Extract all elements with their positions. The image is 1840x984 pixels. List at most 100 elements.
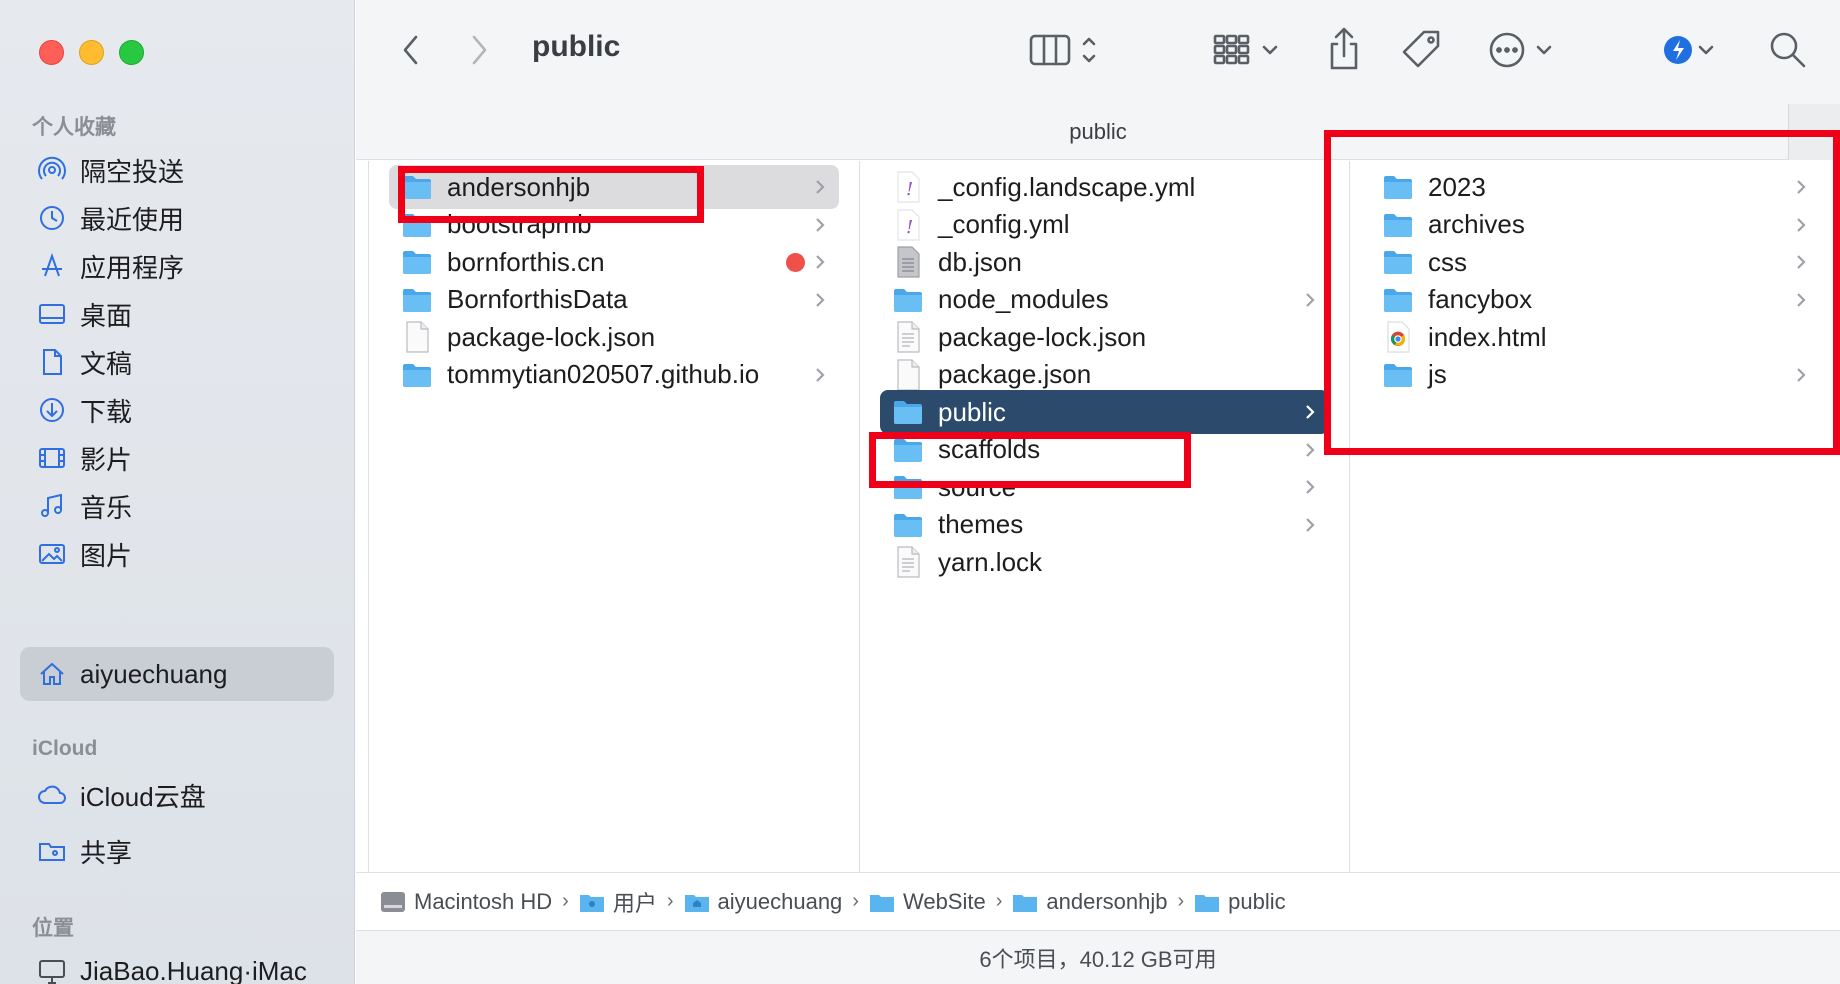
file-name: scaffolds <box>938 434 1041 464</box>
applications-icon <box>36 250 68 282</box>
html-file-icon <box>1382 321 1414 353</box>
svg-text:!: ! <box>906 217 913 238</box>
toolbar: public <box>356 0 1840 104</box>
forward-button[interactable] <box>464 30 494 70</box>
chevron-right-icon <box>1794 250 1808 274</box>
pathbar-separator: › <box>995 890 1003 912</box>
file-icon <box>892 358 924 391</box>
folder-icon <box>1382 359 1414 391</box>
file-icon <box>401 321 433 353</box>
view-mode-button[interactable] <box>1028 30 1108 70</box>
yml-file-icon: ! <box>892 171 924 203</box>
chevron-right-icon <box>1303 288 1317 312</box>
text-file-icon <box>892 546 924 578</box>
sidebar-section-favorites: 个人收藏 <box>32 116 116 139</box>
pathbar-item-website[interactable]: WebSite <box>869 889 986 915</box>
column-view-icon <box>1029 34 1096 66</box>
disk-icon <box>380 891 406 913</box>
pathbar-item-users[interactable]: 用户 <box>579 886 657 918</box>
file-row-js[interactable]: js <box>1370 353 1820 397</box>
window-title: public <box>532 30 621 63</box>
pathbar-item-andersonhjb[interactable]: andersonhjb <box>1012 889 1168 915</box>
file-row-tommytian020507-github-io[interactable]: tommytian020507.github.io <box>389 353 839 397</box>
file-name: _config.landscape.yml <box>938 171 1196 202</box>
column-2: ! _config.landscape.yml! _config.yml db.jso… <box>860 161 1350 872</box>
chevron-left-icon <box>403 35 418 65</box>
tags-button[interactable] <box>1400 28 1444 72</box>
sidebar-item-imac[interactable]: JiaBao.Huang·iMac <box>20 944 334 984</box>
sidebar-item-documents[interactable]: 文稿 <box>20 335 334 389</box>
app-shortcut-button[interactable] <box>1658 30 1728 70</box>
file-name: fancybox <box>1428 284 1533 314</box>
path-bar: Macintosh HD › 用户 › aiyuechuang › WebSit… <box>356 872 1840 930</box>
sidebar-item-shared[interactable]: 共享 <box>20 824 334 878</box>
yml-file-icon: ! <box>892 208 924 241</box>
close-window-button[interactable] <box>39 40 64 65</box>
clock-icon <box>36 202 68 234</box>
chevron-right-icon <box>1794 288 1808 312</box>
sidebar-section-icloud: iCloud <box>32 737 98 760</box>
sidebar-item-movies[interactable]: 影片 <box>20 431 334 485</box>
sidebar-item-airdrop[interactable]: 隔空投送 <box>20 143 334 197</box>
folder-icon <box>892 509 924 541</box>
film-icon <box>36 442 68 474</box>
chevron-right-icon <box>1794 363 1808 387</box>
folder-icon <box>892 284 924 316</box>
pathbar-item-aiyuechuang[interactable]: aiyuechuang <box>684 889 842 915</box>
chevron-right-icon <box>1303 438 1317 462</box>
folder-icon <box>1194 891 1220 913</box>
sidebar-item-applications[interactable]: 应用程序 <box>20 239 334 293</box>
sidebar-item-desktop[interactable]: 桌面 <box>20 287 334 341</box>
lightning-app-icon <box>1664 36 1714 64</box>
folder-icon <box>401 171 433 203</box>
sidebar-item-label: 音乐 <box>80 492 133 523</box>
chevron-right-icon <box>1303 475 1317 499</box>
chevron-right-icon <box>813 213 827 237</box>
pathbar-separator: › <box>666 890 674 912</box>
share-button[interactable] <box>1324 26 1364 74</box>
sidebar-item-pictures[interactable]: 图片 <box>20 527 334 581</box>
pathbar-item-public[interactable]: public <box>1194 889 1286 915</box>
file-name: _config.yml <box>938 209 1070 239</box>
sidebar-item-label: 桌面 <box>80 300 133 331</box>
pathbar-item-macintosh-hd[interactable]: Macintosh HD <box>380 889 552 915</box>
file-row-yarn-lock[interactable]: yarn.lock <box>880 540 1329 584</box>
status-bar: 6个项目，40.12 GB可用 <box>356 930 1840 984</box>
folder-icon <box>892 396 924 428</box>
sidebar-item-label: 应用程序 <box>80 252 185 283</box>
file-name: archives <box>1428 209 1525 239</box>
sidebar-item-label: 影片 <box>80 444 133 475</box>
sidebar-item-music[interactable]: 音乐 <box>20 479 334 533</box>
home-icon <box>36 658 68 690</box>
column-resize-handle[interactable] <box>1788 104 1840 160</box>
pathbar-separator: › <box>1177 890 1185 912</box>
sidebar-item-recents[interactable]: 最近使用 <box>20 191 334 245</box>
tag-icon <box>1402 30 1440 68</box>
sidebar-item-home[interactable]: aiyuechuang <box>20 647 334 701</box>
folder-icon <box>1382 171 1414 203</box>
folder-icon <box>1012 891 1038 913</box>
sidebar-item-label: JiaBao.Huang·iMac <box>80 955 307 984</box>
file-name: yarn.lock <box>938 546 1043 577</box>
pathbar-separator: › <box>562 890 569 912</box>
more-actions-button[interactable] <box>1486 30 1566 70</box>
zoom-window-button[interactable] <box>119 40 144 65</box>
minimize-window-button[interactable] <box>79 40 104 65</box>
folder-icon <box>401 246 433 278</box>
folder-icon <box>401 284 433 316</box>
sidebar-item-label: 图片 <box>80 540 133 571</box>
file-name: db.json <box>938 246 1022 277</box>
column-3: 2023 archives css fancybox index.html js <box>1350 161 1840 872</box>
file-name: index.html <box>1428 321 1547 352</box>
music-icon <box>36 490 68 522</box>
photo-icon <box>36 538 68 570</box>
column-1: andersonhjb bootstrapmb bornforthis.cn Born… <box>369 161 860 872</box>
file-name: source <box>938 471 1017 502</box>
chevron-right-icon <box>472 35 487 65</box>
computer-icon <box>36 955 68 984</box>
search-button[interactable] <box>1766 28 1810 72</box>
sidebar-item-icloud-drive[interactable]: iCloud云盘 <box>20 768 334 822</box>
sidebar-item-downloads[interactable]: 下载 <box>20 383 334 437</box>
back-button[interactable] <box>396 30 426 70</box>
group-button[interactable] <box>1212 30 1292 70</box>
